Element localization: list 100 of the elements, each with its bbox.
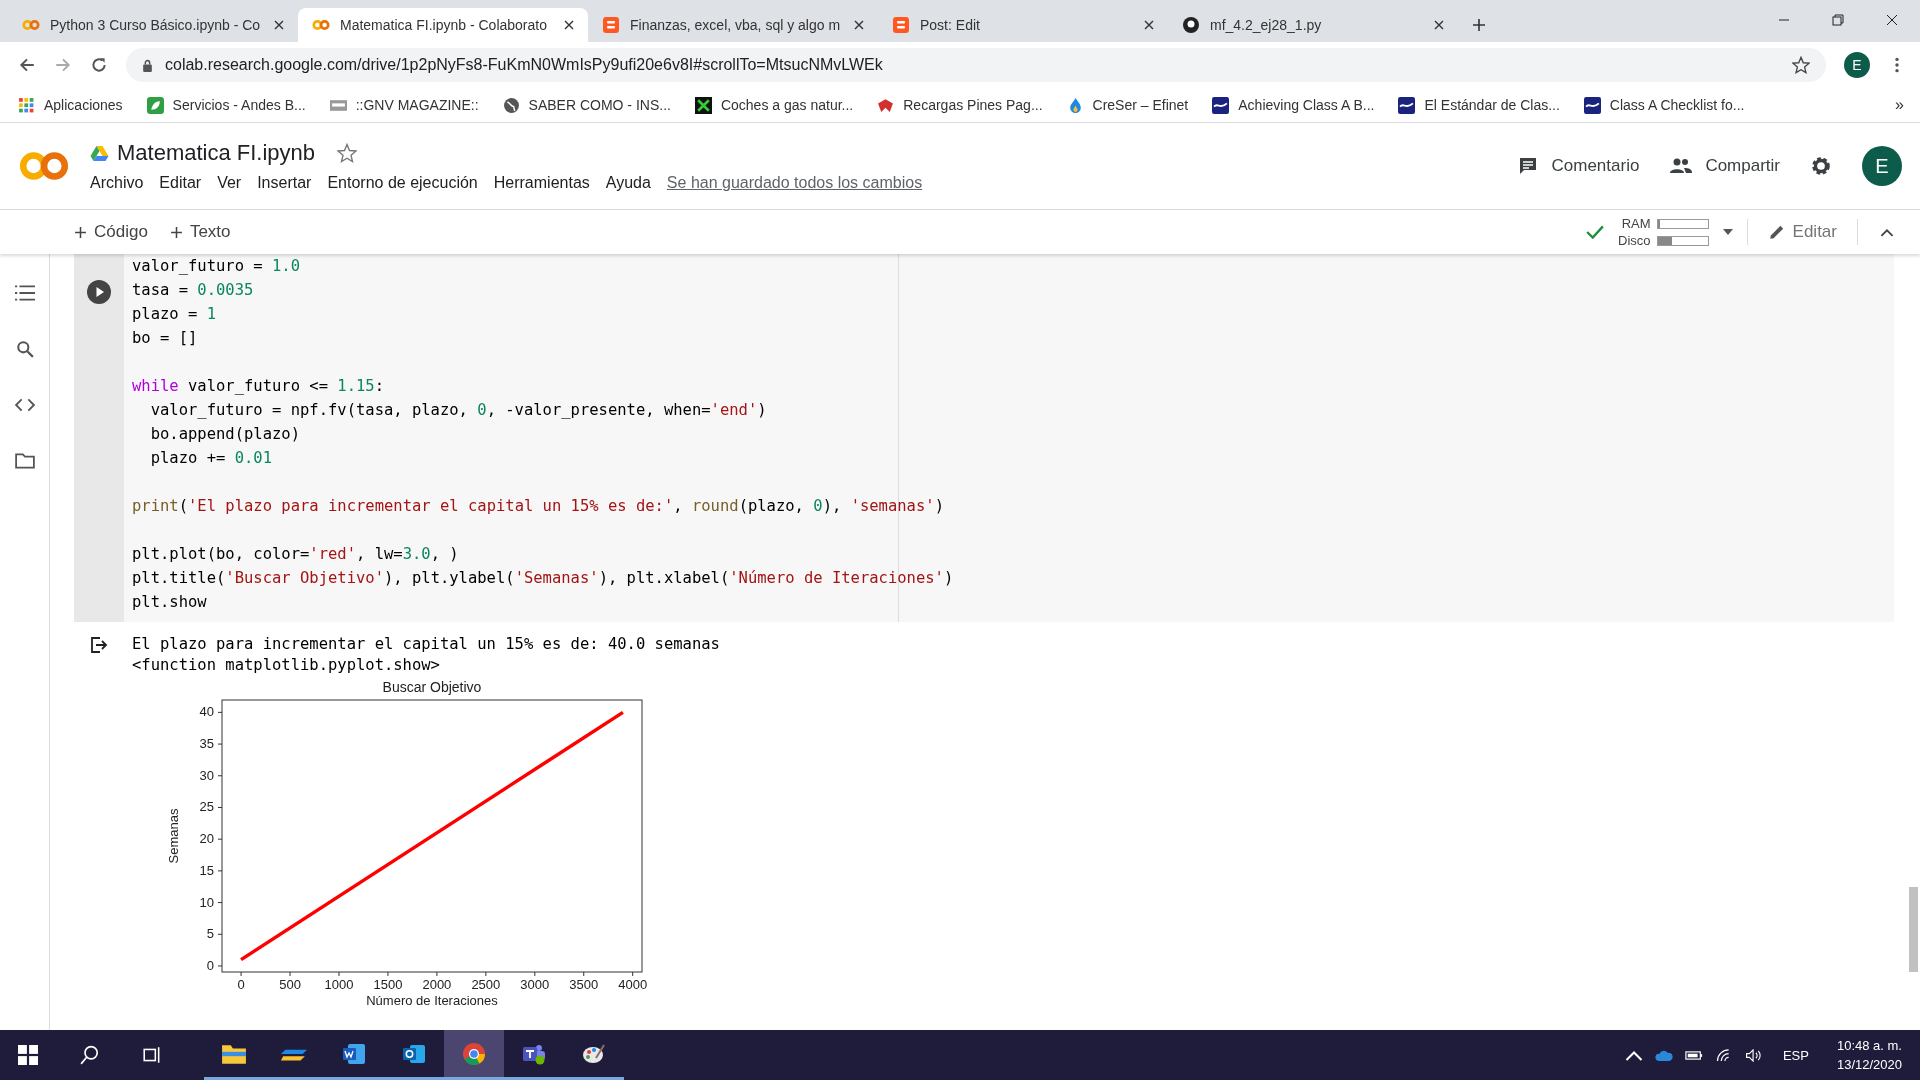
leaf-icon: [146, 96, 164, 114]
y-tick: [217, 933, 223, 935]
y-tick: [217, 902, 223, 904]
code-line: plazo += 0.01: [149, 448, 273, 469]
back-arrow-icon[interactable]: [18, 56, 36, 74]
x-tick-label: 3500: [569, 977, 599, 992]
word-icon: [341, 1041, 367, 1066]
table-of-contents-icon[interactable]: [14, 284, 35, 302]
y-tick-label: 15: [199, 862, 214, 878]
close-icon[interactable]: [564, 20, 574, 30]
bookmark-item[interactable]: Class A Checklist fo...: [1583, 96, 1745, 114]
bookmark-label: Servicios - Andes B...: [172, 97, 306, 113]
bookmark-item[interactable]: CreSer – Efinet: [1066, 96, 1189, 114]
menu-item[interactable]: Ver: [217, 174, 242, 192]
x-tick: [387, 971, 389, 977]
output-arrow-icon[interactable]: [90, 636, 108, 654]
browser-tab[interactable]: mf_4.2_ej28_1.py: [1168, 8, 1458, 42]
output-text: <function matplotlib.pyplot.show>: [132, 655, 441, 676]
reload-icon[interactable]: [90, 56, 108, 74]
clock-time[interactable]: 10:48 a. m.: [1836, 1038, 1902, 1053]
x-tick-label: 2000: [422, 977, 452, 992]
save-status-link[interactable]: Se han guardado todos los cambios: [666, 174, 923, 192]
browser-tab[interactable]: Finanzas, excel, vba, sql y algo m: [588, 8, 878, 42]
battery-icon[interactable]: [1684, 1048, 1703, 1062]
new-tab-icon[interactable]: [1472, 18, 1486, 32]
folder-icon[interactable]: [14, 452, 35, 470]
apps-grid-icon: [18, 96, 35, 114]
bookmark-item[interactable]: Recargas Pines Pag...: [877, 96, 1043, 114]
collapse-chevron-icon[interactable]: [1880, 227, 1894, 237]
bookmark-item[interactable]: SABER COMO - INS...: [502, 96, 671, 114]
x-tick: [485, 971, 487, 977]
bookmark-item[interactable]: El Estándar de Clas...: [1398, 96, 1560, 114]
chrome-icon: [461, 1041, 487, 1066]
browser-tab[interactable]: Matematica FI.ipynb - Colaborato: [298, 8, 588, 42]
run-cell-button[interactable]: [87, 280, 111, 304]
plus-icon: [74, 225, 87, 239]
menu-item[interactable]: Archivo: [90, 174, 144, 192]
input-language[interactable]: ESP: [1782, 1047, 1809, 1063]
user-avatar[interactable]: E: [1862, 146, 1902, 186]
close-icon[interactable]: [854, 20, 864, 30]
bookmark-item[interactable]: Coches a gas natur...: [694, 96, 854, 114]
menu-item[interactable]: Editar: [159, 174, 202, 192]
menu-item[interactable]: Insertar: [257, 174, 312, 192]
x-tick: [534, 971, 536, 977]
search-icon[interactable]: [14, 340, 35, 358]
search-icon[interactable]: [80, 1045, 100, 1065]
browser-tab[interactable]: Python 3 Curso Básico.ipynb - Co: [8, 8, 298, 42]
speaker-icon[interactable]: [1744, 1048, 1763, 1062]
close-icon[interactable]: [1434, 20, 1444, 30]
wave-logo-icon: [1398, 96, 1416, 114]
x-tick: [289, 971, 291, 977]
y-tick-label: 10: [199, 894, 214, 910]
scrollbar-thumb[interactable]: [1909, 887, 1918, 972]
profile-avatar[interactable]: E: [1844, 52, 1870, 78]
y-tick-label: 0: [206, 958, 214, 973]
tab-title: Finanzas, excel, vba, sql y algo m: [630, 17, 842, 33]
edit-button[interactable]: Editar: [1761, 218, 1843, 246]
add-text-button[interactable]: Texto: [163, 218, 237, 246]
address-bar[interactable]: colab.research.google.com/drive/1p2pNyFs8-FuKmN0WmIsPy9ufi20e6v8I#scrollTo=MtsucNMvLWEk: [126, 48, 1826, 82]
share-button[interactable]: Compartir: [1669, 150, 1780, 182]
bookmark-label: Recargas Pines Pag...: [903, 97, 1043, 113]
bookmark-item[interactable]: ::GNV MAGAZINE::: [329, 96, 479, 114]
more-bookmarks-chevron[interactable]: »: [1895, 96, 1904, 114]
close-icon[interactable]: [1144, 20, 1154, 30]
caret-icon[interactable]: [1722, 229, 1733, 235]
code-brackets-icon[interactable]: [14, 396, 35, 414]
star-icon[interactable]: [1792, 56, 1810, 74]
task-view-icon[interactable]: [142, 1045, 162, 1065]
notebook-title[interactable]: Matematica FI.ipynb: [117, 140, 316, 166]
wave-logo-icon: [1212, 96, 1230, 114]
add-code-button[interactable]: Código: [68, 218, 154, 246]
code-line: plt.plot(bo, color='red', lw=3.0, ): [132, 544, 460, 565]
tab-title: Matematica FI.ipynb - Colaborato: [340, 17, 548, 33]
menu-item[interactable]: Herramientas: [493, 174, 590, 192]
bookmark-item[interactable]: Achieving Class A B...: [1212, 96, 1375, 114]
y-tick: [217, 965, 223, 967]
code-line: bo.append(plazo): [149, 424, 301, 445]
y-tick: [217, 743, 223, 745]
check-icon: [1586, 225, 1605, 239]
settings-icon[interactable]: [1810, 155, 1832, 177]
browser-tab[interactable]: Post: Edit: [878, 8, 1168, 42]
comment-button[interactable]: Comentario: [1515, 150, 1640, 182]
y-tick-label: 25: [199, 799, 214, 815]
y-tick: [217, 838, 223, 840]
menu-item[interactable]: Ayuda: [605, 174, 651, 192]
cloud-icon[interactable]: [1654, 1048, 1673, 1062]
code-cell[interactable]: [74, 254, 1894, 622]
colab-logo-icon: [312, 17, 330, 33]
menu-item[interactable]: Entorno de ejecución: [327, 174, 478, 192]
colab-logo[interactable]: [18, 150, 70, 182]
bookmark-label: Achieving Class A B...: [1238, 97, 1375, 113]
clock-date[interactable]: 13/12/2020: [1836, 1057, 1902, 1072]
output-text: El plazo para incrementar el capital un 15% es de: 40.0 semanas: [132, 634, 720, 655]
start-windows-icon[interactable]: [18, 1045, 38, 1065]
restore-icon[interactable]: [1832, 14, 1844, 26]
close-icon[interactable]: [274, 20, 284, 30]
close-icon[interactable]: [1886, 14, 1898, 26]
star-icon[interactable]: [337, 143, 358, 163]
bookmark-item[interactable]: Aplicaciones: [18, 96, 123, 114]
bookmark-item[interactable]: Servicios - Andes B...: [146, 96, 306, 114]
